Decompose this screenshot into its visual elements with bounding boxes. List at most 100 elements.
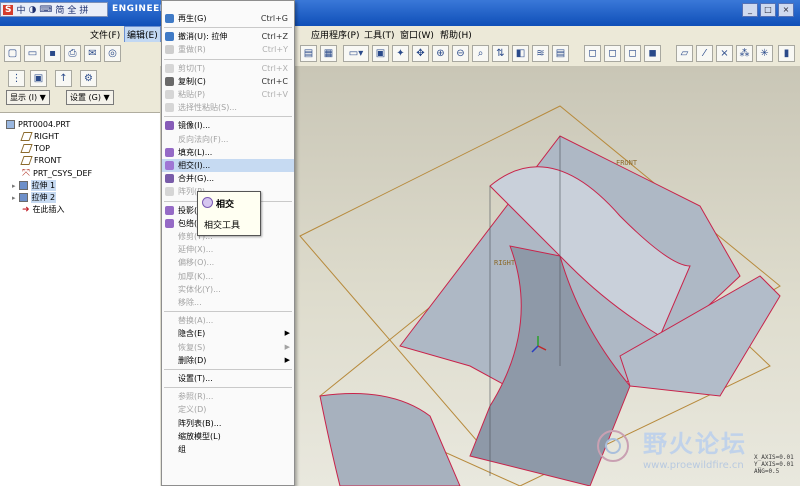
regenerate-icon	[165, 14, 174, 23]
menu-item-label: 实体化(Y)...	[178, 284, 221, 294]
hidden-line-icon[interactable]: ◻	[604, 45, 621, 62]
email-icon[interactable]: ✉	[84, 45, 101, 62]
orient-mode-icon[interactable]: ✥	[412, 45, 429, 62]
edit-menu-item-28: 恢复(S) ▶	[162, 341, 294, 354]
tree-item-right[interactable]: RIGHT	[20, 132, 59, 141]
datum-planes-icon[interactable]: ▱	[676, 45, 693, 62]
tree-item-extrude-1[interactable]: ▸ 拉伸 1	[12, 180, 57, 191]
tree-item-insert-here[interactable]: ➜ 在此插入	[22, 204, 65, 215]
tree-item-top[interactable]: TOP	[20, 144, 50, 153]
menu-edit[interactable]: 编辑(E)	[124, 26, 161, 43]
menu-tools[interactable]: 工具(T)	[364, 28, 395, 41]
edit-menu-item-36[interactable]: 缩放模型(L)	[162, 430, 294, 443]
edit-menu-item-13[interactable]: 相交(I)...	[162, 159, 294, 172]
edit-menu-item-21: 偏移(O)...	[162, 256, 294, 269]
ime-moon-icon[interactable]: ◑	[29, 5, 37, 15]
tree-item-extrude-2[interactable]: ▸ 拉伸 2	[12, 192, 57, 203]
tree-item-front[interactable]: FRONT	[20, 156, 61, 165]
edit-menu-item-12[interactable]: 填充(L)...	[162, 146, 294, 159]
display-dropdown-icon[interactable]: ▭▾	[343, 45, 369, 62]
expand-icon[interactable]: ▸	[12, 194, 16, 202]
annotation-icon[interactable]: ▮	[778, 45, 795, 62]
tree-settings-icon[interactable]: ⚙	[80, 70, 97, 87]
spin-center-toggle-icon[interactable]: ✳	[756, 45, 773, 62]
menu-separator	[164, 116, 292, 118]
display-style-icon[interactable]: ▦	[320, 45, 337, 62]
insert-arrow-icon: ➜	[22, 204, 30, 215]
ime-pinyin[interactable]: 拼	[79, 3, 88, 16]
menu-item-label: 阵列表(B)...	[178, 418, 222, 428]
edit-menu-item-20: 延伸(X)...	[162, 243, 294, 256]
tree-folder-icon[interactable]: ▣	[30, 70, 47, 87]
email-link-icon[interactable]: ◎	[104, 45, 121, 62]
new-file-icon[interactable]: ▢	[4, 45, 21, 62]
reorient-icon[interactable]: ⇅	[492, 45, 509, 62]
spin-center-icon[interactable]: ✦	[392, 45, 409, 62]
refit-icon[interactable]: ⌕	[472, 45, 489, 62]
tooltip-title: 相交	[216, 200, 235, 210]
edit-menu-item-2[interactable]: 撤消(U): 拉伸 Ctrl+Z	[162, 30, 294, 43]
zoom-in-icon[interactable]: ⊕	[432, 45, 449, 62]
view-list-icon[interactable]: ▤	[552, 45, 569, 62]
cut-icon	[165, 63, 174, 73]
ime-keyboard-icon[interactable]: ⌨	[39, 5, 52, 15]
watermark: 野火论坛 www.proewildfire.cn	[585, 420, 795, 486]
ime-logo[interactable]: S	[3, 4, 14, 15]
menu-applications[interactable]: 应用程序(P)	[311, 28, 359, 41]
menu-help[interactable]: 帮助(H)	[440, 28, 472, 41]
shading-icon[interactable]: ◼	[644, 45, 661, 62]
minimize-icon[interactable]: _	[742, 3, 758, 17]
tree-up-icon[interactable]: ↑	[55, 70, 72, 87]
menu-window[interactable]: 窗口(W)	[400, 28, 434, 41]
edit-menu-item-31[interactable]: 设置(T)...	[162, 372, 294, 385]
maximize-icon[interactable]: □	[760, 3, 776, 17]
edit-menu-item-37[interactable]: 组	[162, 443, 294, 456]
edit-menu-item-6[interactable]: 复制(C) Ctrl+C	[162, 75, 294, 88]
ime-mode-chinese[interactable]: 中	[16, 3, 25, 16]
datum-label-front: FRONT	[616, 159, 638, 167]
tree-layer-icon[interactable]: ⋮	[8, 70, 25, 87]
no-hidden-icon[interactable]: ◻	[624, 45, 641, 62]
wireframe-icon[interactable]: ◻	[584, 45, 601, 62]
ime-toolbar[interactable]: S 中 ◑ ⌨ 简 全 拼	[0, 2, 108, 17]
menu-item-label: 相交(I)...	[178, 161, 211, 170]
ime-simplified[interactable]: 简	[55, 3, 64, 16]
ime-fullwidth[interactable]: 全	[67, 3, 76, 16]
datum-csys-icon[interactable]: ⁂	[736, 45, 753, 62]
edit-menu-item-22: 加厚(K)...	[162, 270, 294, 283]
copy-icon	[165, 76, 174, 86]
close-icon[interactable]: ×	[778, 3, 794, 17]
settings-dropdown-button[interactable]: 设置 (G) ▼	[66, 90, 114, 105]
edit-menu-item-0[interactable]: 再生(G) Ctrl+G	[162, 12, 294, 25]
display-dropdown-button[interactable]: 显示 (I) ▼	[6, 90, 50, 105]
menu-item-label: 替换(A)...	[178, 316, 214, 326]
menu-file[interactable]: 文件(F)	[90, 28, 120, 41]
datum-axes-icon[interactable]: ⁄	[696, 45, 713, 62]
edit-menu-item-10[interactable]: 镜像(I)...	[162, 119, 294, 132]
datum-points-icon[interactable]: ×	[716, 45, 733, 62]
save-icon[interactable]: ▪	[44, 45, 61, 62]
menu-item-label: 复制(C)	[178, 76, 206, 86]
saved-views-icon[interactable]: ◧	[512, 45, 529, 62]
menu-item-label: 剪切(T)	[178, 63, 206, 73]
view-manager-icon[interactable]: ▤	[300, 45, 317, 62]
zoom-out-icon[interactable]: ⊖	[452, 45, 469, 62]
expand-icon[interactable]: ▸	[12, 182, 16, 190]
undo-icon	[165, 32, 174, 42]
edit-menu-item-29[interactable]: 删除(D) ▶	[162, 354, 294, 367]
layers-icon[interactable]: ≋	[532, 45, 549, 62]
tree-item-csys[interactable]: ⤧ PRT_CSYS_DEF	[22, 168, 92, 179]
menu-separator	[164, 27, 292, 29]
menu-item-label: 填充(L)...	[178, 147, 213, 157]
merge-icon	[165, 174, 174, 184]
edit-menu-item-14[interactable]: 合并(G)...	[162, 172, 294, 185]
tree-item-part[interactable]: PRT0004.PRT	[6, 120, 70, 129]
menu-item-shortcut: Ctrl+Y	[262, 45, 288, 55]
edit-menu-item-35[interactable]: 阵列表(B)...	[162, 417, 294, 430]
menu-separator	[164, 311, 292, 313]
menu-item-label: 选择性粘贴(S)...	[178, 103, 237, 113]
print-icon[interactable]: ⎙	[64, 45, 81, 62]
open-folder-icon[interactable]: ▭	[24, 45, 41, 62]
repaint-icon[interactable]: ▣	[372, 45, 389, 62]
edit-menu-item-27[interactable]: 隐含(E) ▶	[162, 327, 294, 340]
